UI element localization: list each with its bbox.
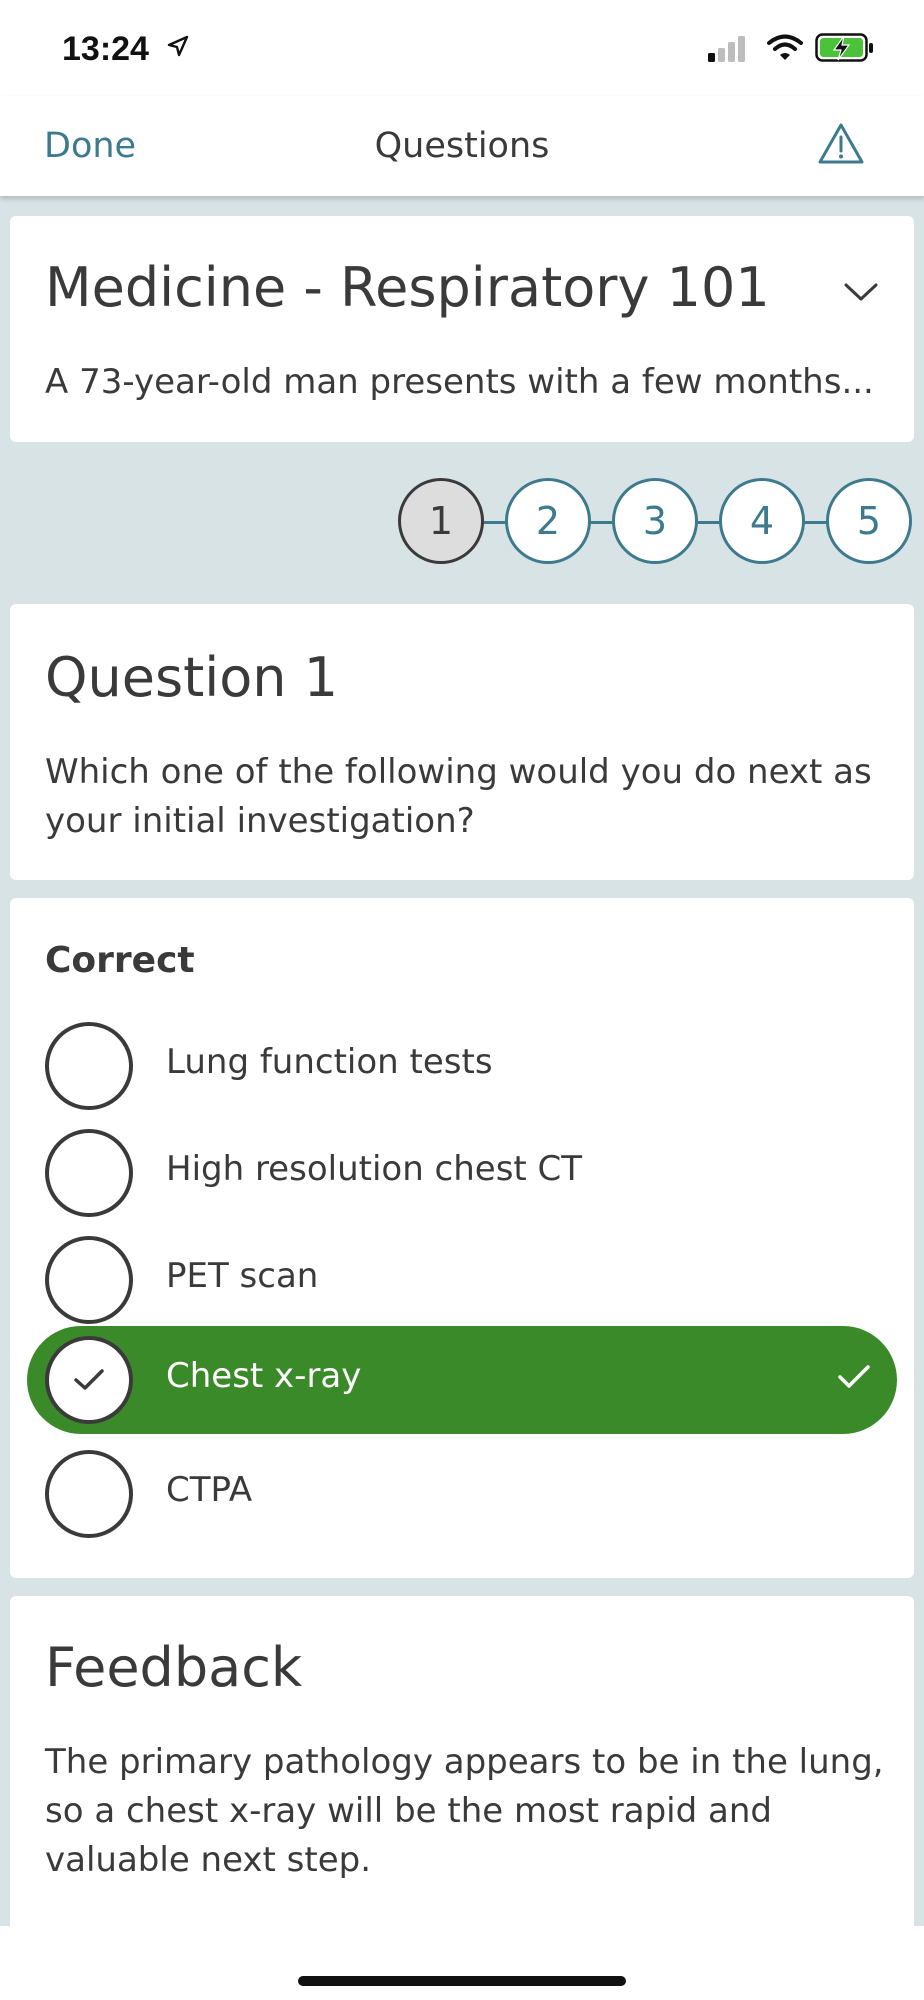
case-summary: A 73-year-old man presents with a few mo… [45, 362, 874, 402]
radio-button[interactable] [45, 1022, 133, 1110]
step-2[interactable]: 2 [505, 478, 591, 564]
step-5[interactable]: 5 [826, 478, 912, 564]
question-stepper: 1 2 3 4 5 [398, 478, 914, 566]
answer-option-label: Lung function tests [166, 1042, 493, 1082]
answer-option[interactable]: High resolution chest CT [10, 1119, 914, 1225]
feedback-text: The primary pathology appears to be in t… [45, 1742, 884, 1880]
step-1[interactable]: 1 [398, 478, 484, 564]
case-title: Medicine - Respiratory 101 [45, 256, 770, 319]
chevron-down-icon[interactable] [844, 282, 878, 306]
status-bar: 13:24 [0, 0, 924, 96]
nav-bar: Done Questions [0, 96, 924, 196]
answer-option-label: PET scan [166, 1256, 319, 1296]
question-title: Question 1 [45, 646, 339, 709]
case-card[interactable]: Medicine - Respiratory 101 A 73-year-old… [10, 216, 914, 442]
answer-option-label: High resolution chest CT [166, 1149, 583, 1189]
answer-option-label: CTPA [166, 1470, 253, 1510]
result-label: Correct [45, 940, 195, 981]
answer-option-label: Chest x-ray [166, 1356, 362, 1396]
feedback-card: Feedback The primary pathology appears t… [10, 1596, 914, 1926]
home-indicator-area [0, 1926, 924, 2000]
location-arrow-icon [166, 34, 190, 62]
answer-option[interactable]: Lung function tests [10, 1012, 914, 1118]
cellular-signal-icon [708, 36, 746, 66]
checkmark-icon [74, 1369, 104, 1390]
radio-button[interactable] [45, 1236, 133, 1324]
answer-option-selected[interactable]: Chest x-ray [10, 1326, 914, 1434]
step-4[interactable]: 4 [719, 478, 805, 564]
answer-option[interactable]: PET scan [10, 1226, 914, 1332]
wifi-icon [767, 34, 803, 66]
radio-button[interactable] [45, 1129, 133, 1217]
answer-option[interactable]: CTPA [10, 1440, 914, 1546]
question-text: Which one of the following would you do … [45, 752, 872, 841]
radio-button[interactable] [45, 1450, 133, 1538]
battery-charging-icon [815, 33, 875, 67]
radio-button-checked[interactable] [45, 1336, 133, 1424]
home-indicator[interactable] [298, 1976, 626, 1986]
feedback-title: Feedback [45, 1636, 303, 1699]
page-title: Questions [374, 126, 550, 166]
warning-triangle-icon[interactable] [818, 122, 864, 168]
correct-answer-highlight [27, 1326, 897, 1434]
status-time: 13:24 [62, 30, 149, 68]
answers-card: Correct Lung function tests High resolut… [10, 898, 914, 1578]
question-card: Question 1 Which one of the following wo… [10, 604, 914, 880]
correct-check-icon [836, 1362, 872, 1396]
step-3[interactable]: 3 [612, 478, 698, 564]
